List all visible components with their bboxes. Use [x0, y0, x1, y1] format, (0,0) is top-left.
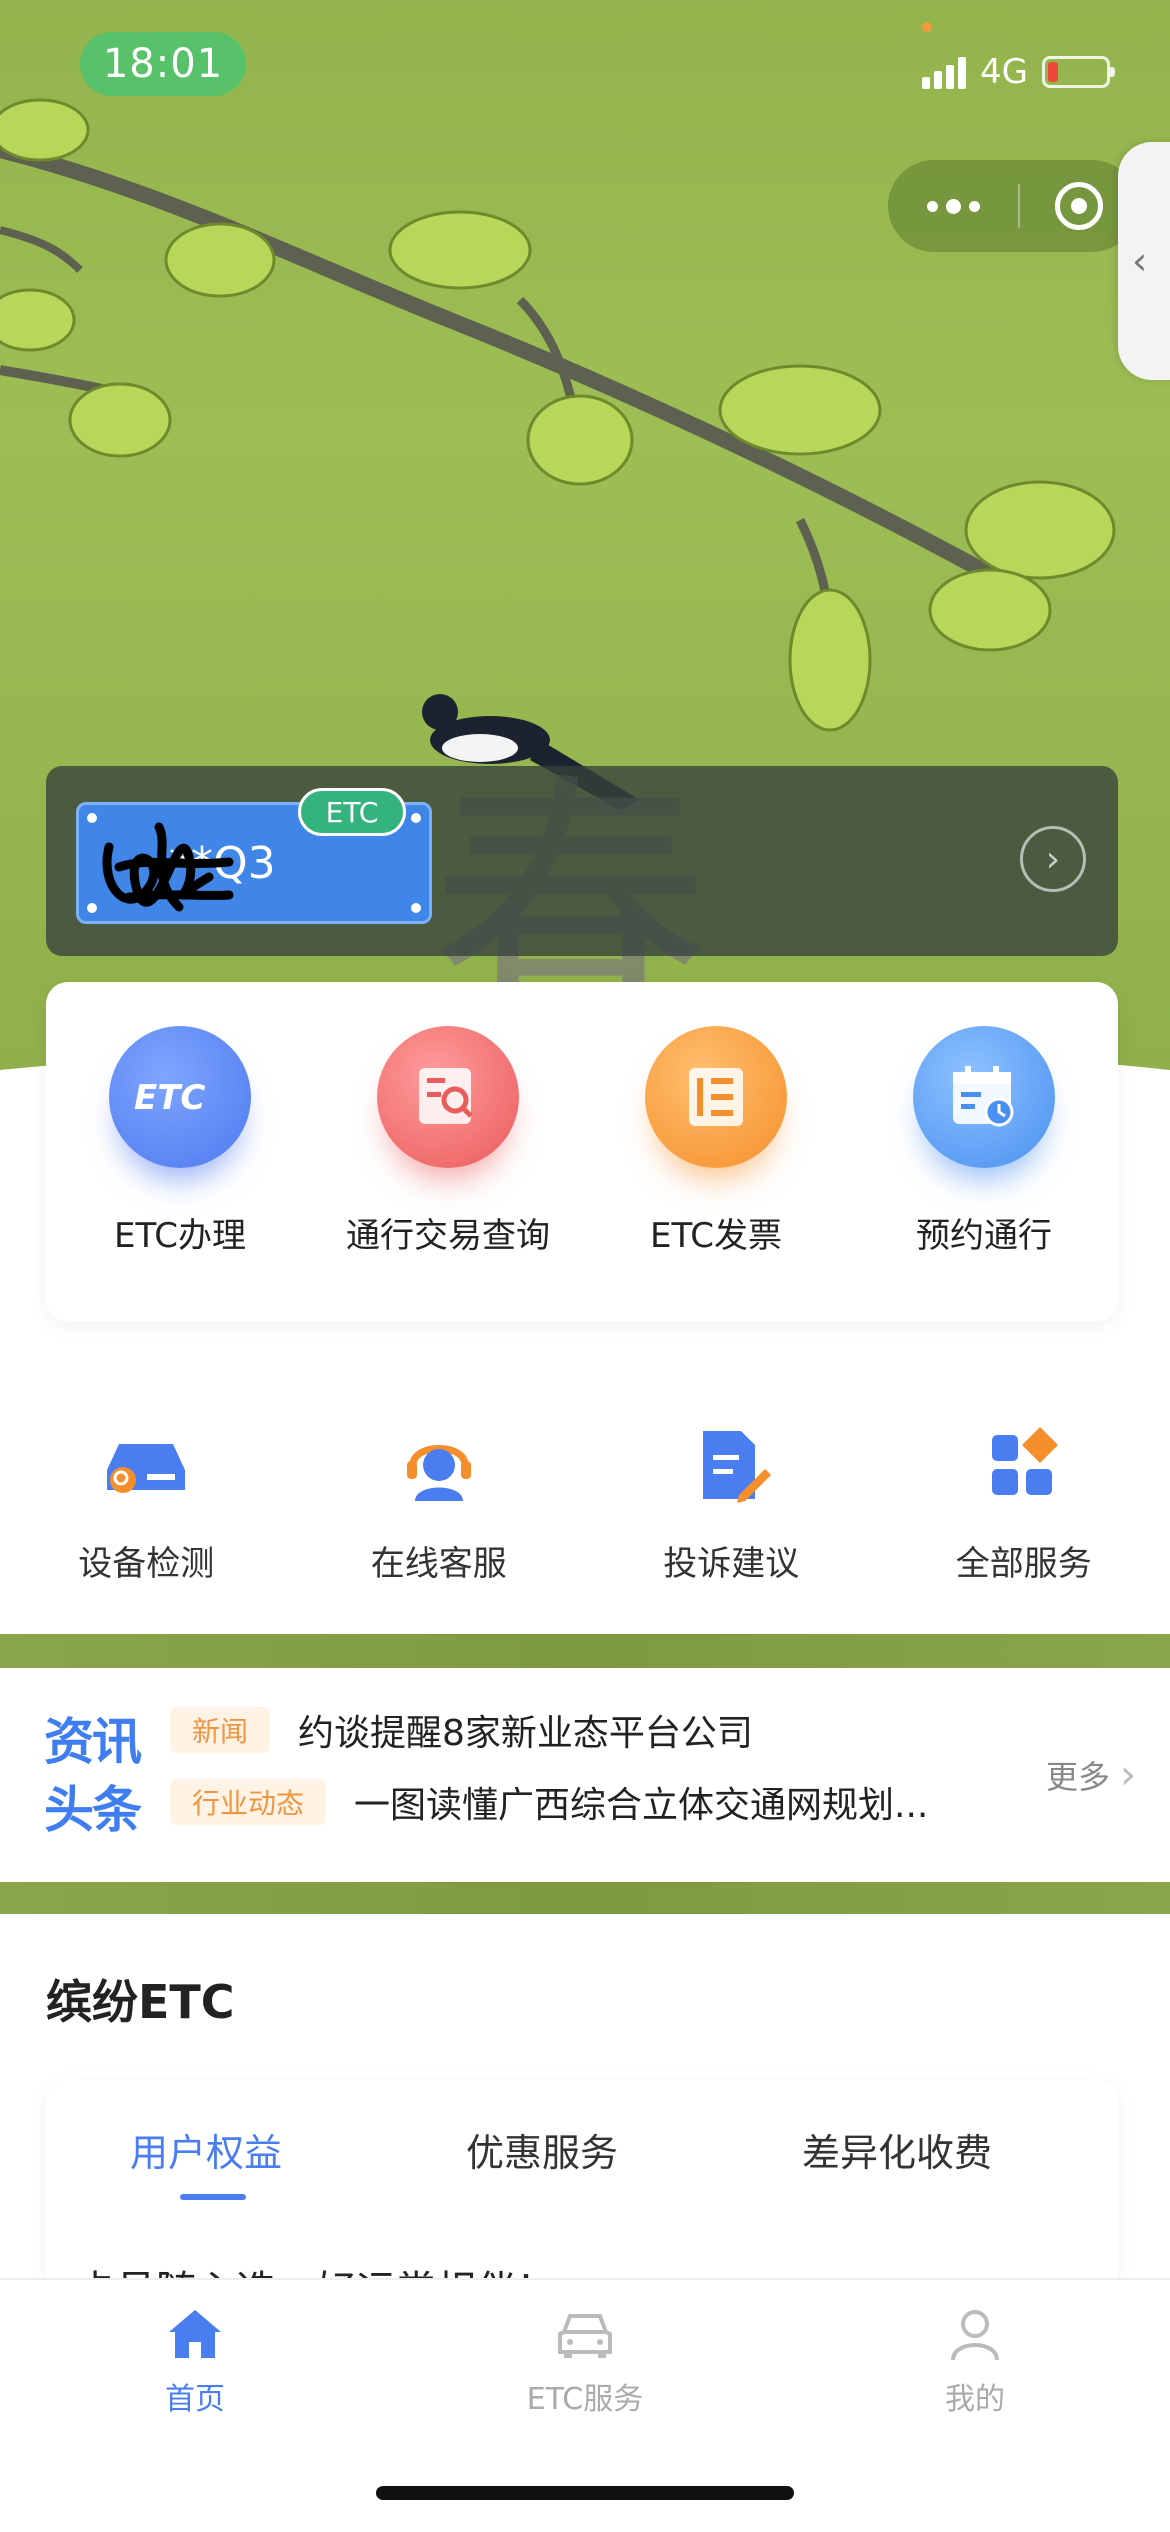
vehicle-card[interactable]: **Q3 ETC ›	[46, 766, 1118, 956]
section-title: 缤纷ETC	[46, 1975, 235, 2029]
service-label: 通行交易查询	[346, 1216, 550, 1256]
tab-differentiated-tolls[interactable]: 差异化收费	[802, 2122, 992, 2177]
service-online-support[interactable]: 在线客服	[293, 1420, 586, 1600]
redaction-scribble	[102, 822, 234, 912]
customer-service-icon	[394, 1420, 484, 1510]
more-options-icon[interactable]	[888, 160, 1018, 252]
news-tag: 行业动态	[170, 1779, 327, 1825]
nav-label: ETC服务	[526, 2382, 644, 2417]
user-icon	[951, 2310, 999, 2361]
service-label: ETC发票	[650, 1216, 782, 1256]
car-icon	[558, 2314, 612, 2358]
signal-icon	[922, 55, 967, 89]
chevron-right-circle-icon[interactable]: ›	[1020, 826, 1086, 892]
service-complaint[interactable]: 投诉建议	[585, 1420, 878, 1600]
news-more-link[interactable]: 更多 ›	[1046, 1752, 1136, 1798]
news-title: 一图读懂广西综合立体交通网规划...	[354, 1785, 929, 1826]
service-etc-invoice[interactable]: ETC发票	[582, 982, 850, 1322]
chevron-right-icon: ›	[1120, 1752, 1136, 1798]
home-icon	[169, 2310, 221, 2358]
invoice-icon	[645, 1026, 787, 1168]
calendar-clock-icon	[913, 1026, 1055, 1168]
service-etc-apply[interactable]: ETC ETC办理	[46, 982, 314, 1322]
news-title: 约谈提醒8家新业态平台公司	[298, 1713, 753, 1754]
service-label: 设备检测	[78, 1544, 215, 1584]
service-all[interactable]: 全部服务	[878, 1420, 1170, 1600]
battery-icon	[1042, 56, 1115, 88]
service-device-check[interactable]: 设备检测	[0, 1420, 293, 1600]
complaint-edit-icon	[686, 1420, 776, 1510]
news-item[interactable]: 新闻 约谈提醒8家新业态平台公司	[170, 1704, 1058, 1756]
nav-label: 首页	[165, 2382, 225, 2417]
etc-section: 缤纷ETC 用户权益 优惠服务 差异化收费 卡号随心选，好运常相伴！	[0, 1914, 1170, 2334]
active-tab-indicator	[180, 2194, 246, 2200]
news-item[interactable]: 行业动态 一图读懂广西综合立体交通网规划...	[170, 1776, 994, 1828]
chevron-left-icon: ‹	[1132, 239, 1148, 283]
service-trip-query[interactable]: 通行交易查询	[314, 982, 582, 1322]
main-services-card: ETC ETC办理 通行交易查询 ETC发票 预约通行	[46, 982, 1118, 1322]
decorative-band	[0, 1634, 1170, 1668]
target-circle-icon	[1055, 182, 1103, 230]
miniprogram-capsule	[888, 160, 1138, 252]
news-logo: 资讯 头条	[44, 1713, 142, 1839]
news-headlines: 资讯 头条 新闻 约谈提醒8家新业态平台公司 行业动态 一图读懂广西综合立体交通…	[0, 1668, 1170, 1882]
decorative-band	[0, 1882, 1170, 1914]
device-check-icon	[101, 1420, 191, 1510]
home-indicator[interactable]	[376, 2486, 794, 2500]
secondary-services: 设备检测 在线客服 投诉建议 全部服务	[0, 1420, 1170, 1600]
more-label: 更多	[1045, 1758, 1110, 1796]
etc-badge: ETC	[298, 788, 406, 836]
service-label: 预约通行	[916, 1216, 1052, 1256]
service-label: 在线客服	[370, 1544, 507, 1584]
status-indicators: 4G	[922, 52, 1115, 92]
nav-home[interactable]: 首页	[75, 2306, 315, 2418]
nav-label: 我的	[945, 2382, 1005, 2417]
news-tag: 新闻	[170, 1707, 271, 1753]
service-label: ETC办理	[114, 1216, 246, 1256]
all-services-grid-icon	[979, 1420, 1069, 1510]
service-label: 投诉建议	[663, 1544, 800, 1584]
document-search-icon	[377, 1026, 519, 1168]
tab-discount-services[interactable]: 优惠服务	[466, 2122, 618, 2177]
status-time: 18:01	[80, 32, 246, 96]
etc-logo-icon: ETC	[109, 1026, 251, 1168]
network-type: 4G	[980, 52, 1028, 92]
service-label: 全部服务	[955, 1544, 1092, 1584]
service-reserve-pass[interactable]: 预约通行	[850, 982, 1118, 1322]
nav-mine[interactable]: 我的	[855, 2306, 1095, 2418]
nav-etc-services[interactable]: ETC服务	[465, 2306, 705, 2418]
tab-user-benefits[interactable]: 用户权益	[130, 2122, 282, 2177]
privacy-indicator-dot	[922, 22, 932, 32]
svg-text:ETC: ETC	[134, 1078, 205, 1117]
side-drawer-tab[interactable]: ‹	[1118, 142, 1170, 380]
